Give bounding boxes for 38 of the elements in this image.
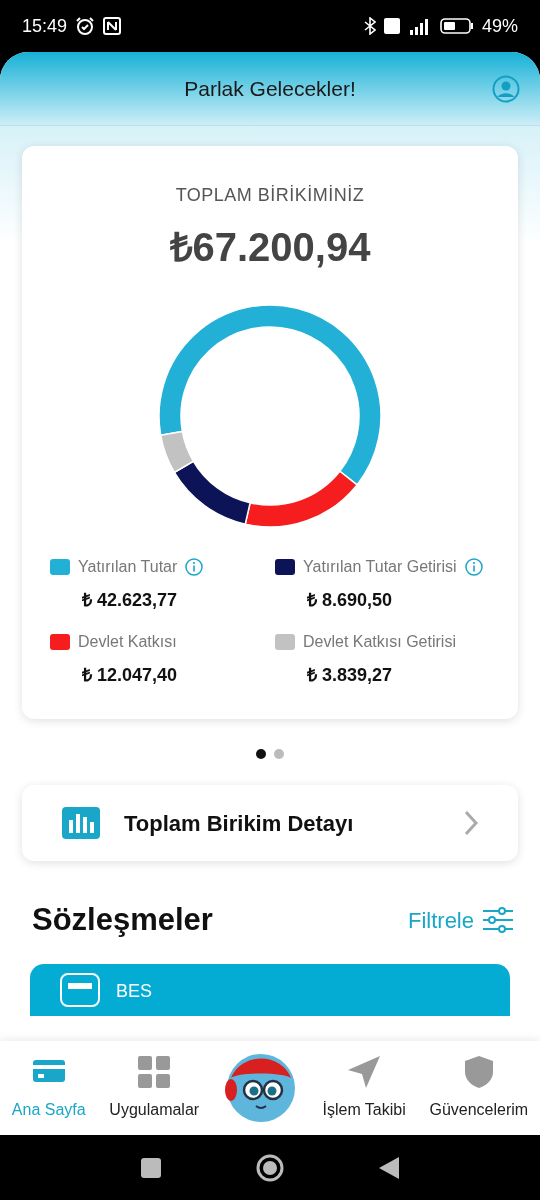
nfc-icon <box>103 17 122 35</box>
document-icon <box>60 972 100 1007</box>
savings-title: TOPLAM BİRİKİMİNİZ <box>174 184 366 207</box>
savings-detail-link[interactable]: Toplam Birikim Detayı <box>22 785 518 861</box>
battery-percent: 49% <box>481 14 518 38</box>
app-title: Parlak Gelecekler! <box>184 75 356 102</box>
legend-value: ₺ 12.047,40 <box>81 664 179 687</box>
volte-icon <box>383 18 400 34</box>
nav-tab[interactable]: Güvencelerim <box>429 1054 529 1122</box>
page-dot[interactable] <box>256 749 266 759</box>
status-time: 15:49 <box>22 14 68 38</box>
legend-value: ₺ 3.839,27 <box>306 664 394 687</box>
info-icon[interactable] <box>464 558 483 576</box>
recent-apps-icon[interactable] <box>141 1157 161 1178</box>
info-icon[interactable] <box>185 558 204 576</box>
savings-total: ₺67.200,94 <box>168 224 372 271</box>
legend-value: ₺ 8.690,50 <box>306 589 394 612</box>
bluetooth-icon <box>363 17 376 35</box>
legend-value: ₺ 42.623,77 <box>81 589 179 612</box>
legend-label: Devlet Katkısı Getirisi <box>303 632 456 652</box>
bar-chart-icon <box>62 807 100 839</box>
legend-label: Yatırılan Tutar <box>78 557 178 577</box>
grid-icon <box>136 1054 173 1090</box>
legend-label: Devlet Katkısı <box>78 632 177 652</box>
page-dot[interactable] <box>274 749 284 759</box>
section-title: Sözleşmeler <box>32 901 213 939</box>
alarm-icon <box>75 16 96 36</box>
paper-plane-icon <box>346 1054 383 1090</box>
battery-icon <box>439 17 474 35</box>
contract-type: BES <box>116 980 153 1003</box>
chevron-right-icon <box>464 810 478 836</box>
nav-tab[interactable]: İşlem Takibi <box>322 1054 406 1122</box>
savings-detail-label: Toplam Birikim Detayı <box>124 809 355 838</box>
legend-label: Yatırılan Tutar Getirisi <box>303 557 457 577</box>
back-icon[interactable] <box>379 1156 399 1179</box>
sliders-icon <box>482 907 514 934</box>
nav-tab[interactable]: Uygulamalar <box>109 1054 200 1122</box>
home-icon[interactable] <box>256 1153 284 1182</box>
